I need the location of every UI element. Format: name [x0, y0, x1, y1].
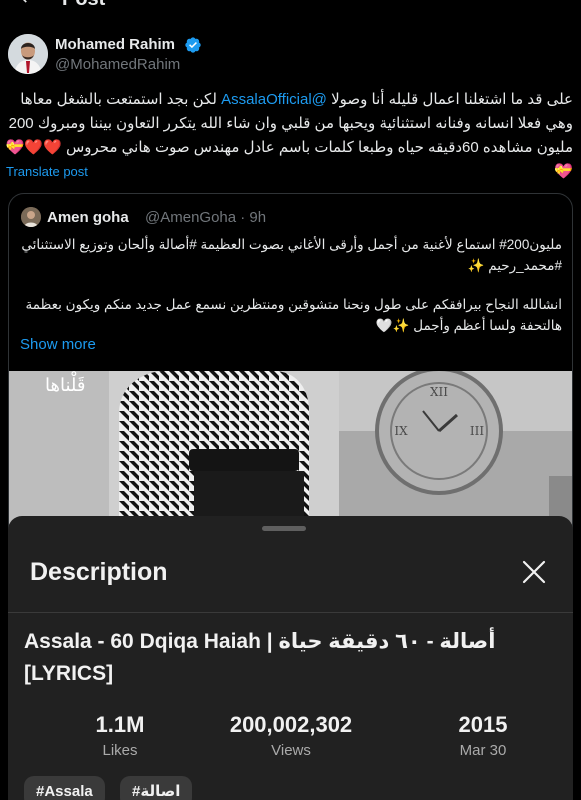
- show-more-link[interactable]: Show more: [20, 336, 96, 353]
- likes-label: Likes: [102, 742, 138, 759]
- verified-badge-icon: [185, 37, 201, 53]
- quoted-text-line: مليون200# استماع لأغنية من أجمل وأرقى ال…: [21, 237, 562, 273]
- svg-text:IX: IX: [394, 424, 408, 438]
- quoted-author-name[interactable]: Amen goha: [47, 209, 129, 226]
- svg-text:XII: XII: [430, 385, 448, 399]
- hashtag-chip[interactable]: #اصالة: [120, 776, 193, 800]
- page-title: Post: [62, 0, 105, 11]
- post-body: على قد ما اشتغلنا اعمال قليله أنا وصولا …: [4, 88, 573, 184]
- translate-post-link[interactable]: Translate post: [6, 164, 88, 179]
- post-text-start: على قد ما اشتغلنا اعمال قليله أنا وصولا: [326, 91, 573, 108]
- quoted-text-line: انشالله النجاح بيرافقكم على طول ونحنا مت…: [25, 297, 562, 333]
- publish-year: 2015: [458, 712, 508, 737]
- views-label: Views: [271, 742, 311, 759]
- likes-count: 1.1M: [95, 712, 145, 737]
- author-name[interactable]: Mohamed Rahim: [55, 36, 175, 53]
- video-title: Assala - 60 Dqiqa Haiah | أصالة - ٦٠ دقي…: [24, 630, 496, 685]
- post-author: Mohamed Rahim @MohamedRahim: [8, 32, 573, 76]
- description-panel: Description Assala - 60 Dqiqa Haiah | أص…: [8, 516, 573, 800]
- date-stat: 2015 Mar 30: [438, 712, 528, 759]
- views-count: 200,002,302: [229, 712, 353, 737]
- divider: [8, 612, 573, 613]
- avatar[interactable]: [8, 34, 48, 74]
- description-title: Description: [30, 558, 168, 586]
- media-caption: قَلْناها: [45, 375, 86, 396]
- likes-stat: 1.1M Likes: [70, 712, 170, 759]
- quoted-avatar[interactable]: [21, 207, 41, 227]
- hashtag-chip[interactable]: #Assala: [24, 776, 105, 800]
- publish-date: Mar 30: [459, 742, 507, 759]
- views-stat: 200,002,302 Views: [211, 712, 371, 759]
- close-icon[interactable]: [520, 558, 548, 586]
- drag-handle[interactable]: [262, 526, 306, 531]
- author-handle[interactable]: @MohamedRahim: [55, 56, 180, 73]
- quoted-media-image[interactable]: XII III IX قَلْناها: [9, 371, 572, 531]
- quoted-text: مليون200# استماع لأغنية من أجمل وأرقى ال…: [19, 234, 562, 336]
- quoted-author-handle[interactable]: @AmenGoha · 9h: [145, 209, 266, 226]
- arrow-left-icon[interactable]: [16, 0, 36, 6]
- svg-text:III: III: [470, 424, 484, 438]
- mention-link[interactable]: @AssalaOfficial: [221, 91, 327, 108]
